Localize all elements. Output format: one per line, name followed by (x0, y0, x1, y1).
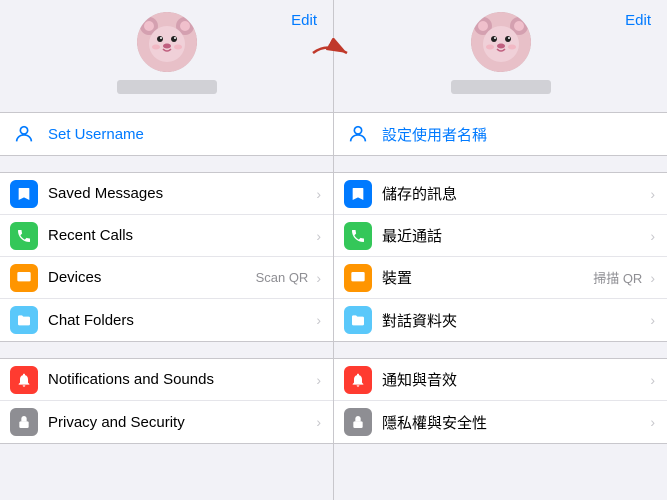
left-panel: Edit (0, 0, 333, 500)
group1-right: 儲存的訊息 › 最近通話 › 裝置 掃描 QR › (334, 172, 667, 342)
username-icon-left (10, 120, 38, 148)
privacy-label-right: 隱私權與安全性 (382, 412, 646, 433)
username-section-right: 設定使用者名稱 (334, 112, 667, 156)
devices-sub-right: 掃描 QR (593, 268, 642, 287)
username-section-left: Set Username (0, 112, 333, 156)
chevron-devices-right: › (650, 270, 655, 286)
lock-icon-left (10, 408, 38, 436)
desktop-icon-right (344, 264, 372, 292)
folder-icon-right (344, 306, 372, 334)
profile-section-right: Edit (334, 0, 667, 104)
chevron-notif-right: › (650, 372, 655, 388)
row-folders-left[interactable]: Chat Folders › (0, 299, 333, 341)
chevron-folders-left: › (316, 312, 321, 328)
row-devices-left[interactable]: Devices Scan QR › (0, 257, 333, 299)
row-saved-left[interactable]: Saved Messages › (0, 173, 333, 215)
gap-1-right (334, 156, 667, 164)
chevron-calls-left: › (316, 228, 321, 244)
bookmark-icon-left (10, 180, 38, 208)
bell-icon-right (344, 366, 372, 394)
gap-1-left (0, 156, 333, 164)
chevron-privacy-right: › (650, 414, 655, 430)
row-calls-left[interactable]: Recent Calls › (0, 215, 333, 257)
lock-icon-right (344, 408, 372, 436)
privacy-label-left: Privacy and Security (48, 414, 312, 431)
folders-label-left: Chat Folders (48, 312, 312, 329)
row-privacy-left[interactable]: Privacy and Security › (0, 401, 333, 443)
notif-label-left: Notifications and Sounds (48, 371, 312, 388)
set-username-row-right[interactable]: 設定使用者名稱 (334, 113, 667, 155)
saved-label-right: 儲存的訊息 (382, 183, 646, 204)
notif-label-right: 通知與音效 (382, 369, 646, 390)
row-privacy-right[interactable]: 隱私權與安全性 › (334, 401, 667, 443)
group2-left: Notifications and Sounds › Privacy and S… (0, 358, 333, 444)
gap-2-right (334, 342, 667, 350)
profile-wrapper-left: Edit (0, 0, 333, 104)
gap-2-left (0, 342, 333, 350)
chevron-notif-left: › (316, 372, 321, 388)
row-saved-right[interactable]: 儲存的訊息 › (334, 173, 667, 215)
chevron-saved-right: › (650, 186, 655, 202)
row-notif-left[interactable]: Notifications and Sounds › (0, 359, 333, 401)
profile-section-left: Edit (0, 0, 333, 104)
saved-label-left: Saved Messages (48, 185, 312, 202)
row-devices-right[interactable]: 裝置 掃描 QR › (334, 257, 667, 299)
devices-label-right: 裝置 (382, 267, 593, 288)
set-username-row-left[interactable]: Set Username (0, 113, 333, 155)
calls-label-right: 最近通話 (382, 225, 646, 246)
edit-button-left[interactable]: Edit (291, 12, 317, 29)
devices-label-left: Devices (48, 269, 256, 286)
phone-icon-right (344, 222, 372, 250)
name-bar-right (451, 80, 551, 94)
right-panel: Edit (334, 0, 667, 500)
chevron-saved-left: › (316, 186, 321, 202)
avatar-svg-right (471, 12, 531, 72)
set-username-label-right: 設定使用者名稱 (382, 124, 487, 145)
group1-left: Saved Messages › Recent Calls › Devices … (0, 172, 333, 342)
name-bar-left (117, 80, 217, 94)
chevron-calls-right: › (650, 228, 655, 244)
chevron-folders-right: › (650, 312, 655, 328)
desktop-icon-left (10, 264, 38, 292)
group2-right: 通知與音效 › 隱私權與安全性 › (334, 358, 667, 444)
avatar-right (471, 12, 531, 72)
edit-button-right[interactable]: Edit (625, 12, 651, 29)
row-folders-right[interactable]: 對話資料夾 › (334, 299, 667, 341)
person-icon-right (347, 123, 369, 145)
row-calls-right[interactable]: 最近通話 › (334, 215, 667, 257)
chevron-devices-left: › (316, 270, 321, 286)
bookmark-icon-right (344, 180, 372, 208)
screen: Edit (0, 0, 667, 500)
folders-label-right: 對話資料夾 (382, 310, 646, 331)
set-username-label-left: Set Username (48, 126, 144, 143)
folder-icon-left (10, 306, 38, 334)
avatar-left (137, 12, 197, 72)
row-notif-right[interactable]: 通知與音效 › (334, 359, 667, 401)
phone-icon-left (10, 222, 38, 250)
person-icon-left (13, 123, 35, 145)
avatar-svg-left (137, 12, 197, 72)
devices-sub-left: Scan QR (256, 270, 309, 285)
calls-label-left: Recent Calls (48, 227, 312, 244)
avatar-image-right (471, 12, 531, 72)
chevron-privacy-left: › (316, 414, 321, 430)
bell-icon-left (10, 366, 38, 394)
username-icon-right (344, 120, 372, 148)
avatar-image-left (137, 12, 197, 72)
